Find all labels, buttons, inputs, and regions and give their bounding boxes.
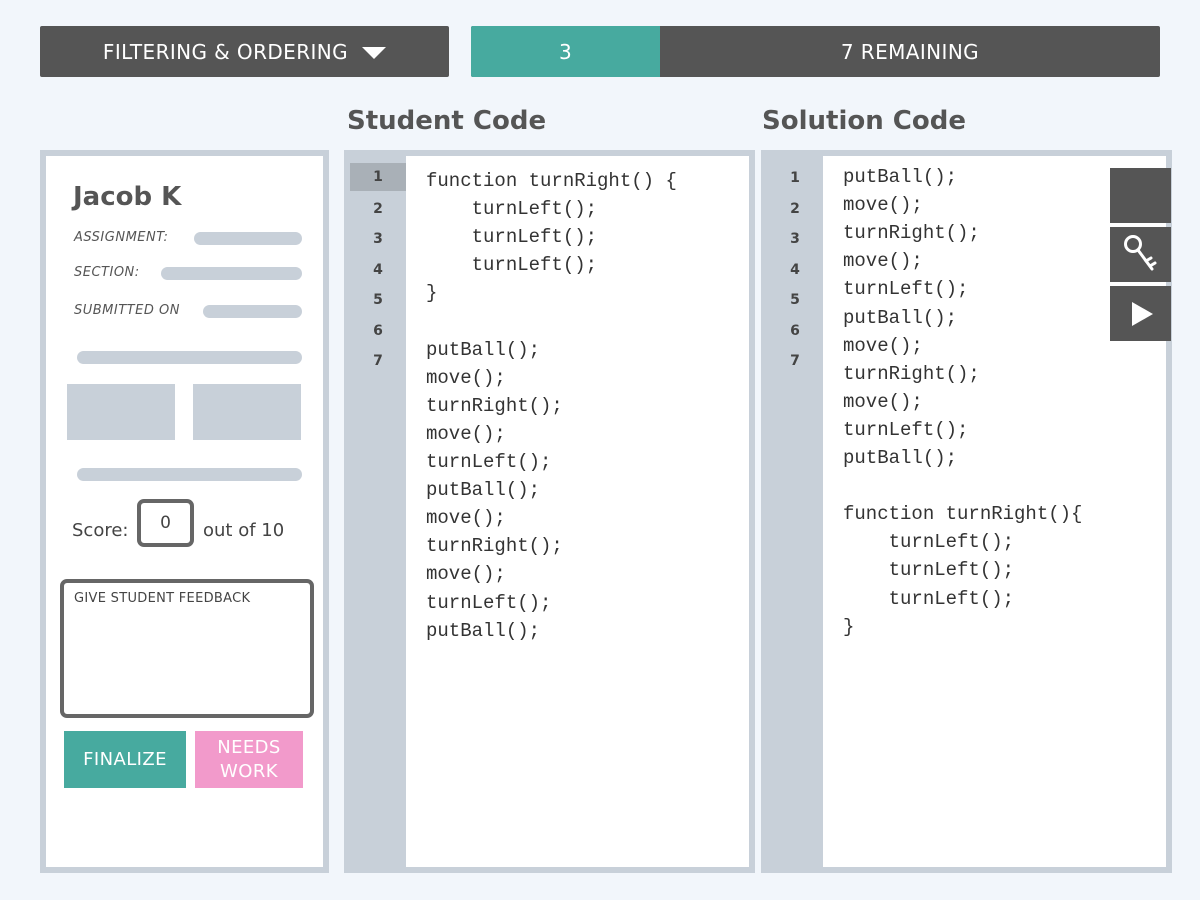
code-line: turnRight(); <box>843 362 980 385</box>
info-placeholder-bar-2 <box>77 468 302 481</box>
code-line: putBall(); <box>843 306 958 329</box>
score-out-of-label: out of 10 <box>203 520 285 541</box>
line-number: 1 <box>790 170 800 186</box>
line-number: 4 <box>373 261 383 278</box>
line-number: 6 <box>790 322 800 339</box>
code-line: } <box>426 282 438 305</box>
student-code-pane[interactable]: 1 2 3 4 5 6 7 function turnRight() { turnLeft(… <box>344 150 755 873</box>
finalize-button[interactable]: FINALIZE <box>64 731 186 788</box>
progress-done-count: 3 <box>558 39 573 64</box>
code-line: move(); <box>426 507 506 530</box>
code-line: function turnRight() { <box>426 170 677 192</box>
solution-code-heading: Solution Code <box>762 106 966 136</box>
code-line: move(); <box>426 422 506 445</box>
chevron-down-icon <box>362 46 387 59</box>
code-line: turnLeft(); <box>426 451 552 473</box>
code-line: turnLeft(); <box>843 278 969 301</box>
feedback-placeholder: GIVE STUDENT FEEDBACK <box>74 591 251 606</box>
blank-tool-button[interactable] <box>1110 168 1171 223</box>
needs-work-button[interactable]: NEEDS WORK <box>195 731 303 788</box>
line-number: 5 <box>373 292 383 308</box>
code-line: putBall(); <box>426 338 541 361</box>
code-line: turnLeft(); <box>843 559 1015 582</box>
code-line: turnLeft(); <box>426 226 598 249</box>
student-code-gutter: 1 2 3 4 5 6 7 <box>350 156 406 867</box>
run-code-button[interactable] <box>1110 286 1171 341</box>
line-number: 2 <box>373 200 383 217</box>
info-placeholder-block-right <box>193 384 301 440</box>
line-number: 5 <box>790 292 800 308</box>
grading-progress-bar: 3 7 REMAINING <box>471 26 1160 77</box>
code-line: turnLeft(); <box>426 198 598 221</box>
filtering-ordering-dropdown[interactable]: FILTERING & ORDERING <box>40 26 449 77</box>
code-line: function turnRight(){ <box>843 503 1083 526</box>
code-line: move(); <box>426 366 506 389</box>
assignment-value-placeholder <box>194 232 302 245</box>
line-number: 6 <box>373 322 383 339</box>
assignment-label: ASSIGNMENT: <box>74 230 169 245</box>
code-line: move(); <box>426 563 506 586</box>
code-line: turnRight(); <box>843 222 980 245</box>
feedback-textarea[interactable]: GIVE STUDENT FEEDBACK <box>60 579 314 718</box>
student-info-card: Jacob K ASSIGNMENT: SECTION: SUBMITTED O… <box>40 150 329 873</box>
code-line: turnLeft(); <box>426 591 552 614</box>
submitted-on-label: SUBMITTED ON <box>74 303 180 318</box>
code-line: } <box>843 615 855 638</box>
code-line: turnRight(); <box>426 394 563 417</box>
line-number: 3 <box>790 231 800 247</box>
code-line: move(); <box>843 334 923 357</box>
score-input[interactable]: 0 <box>137 499 194 547</box>
line-number: 7 <box>790 353 800 369</box>
filtering-ordering-label: FILTERING & ORDERING <box>102 39 349 64</box>
code-line: putBall(); <box>843 166 958 188</box>
info-placeholder-bar <box>77 351 302 364</box>
code-line: turnLeft(); <box>843 418 969 441</box>
show-solution-button[interactable] <box>1110 227 1171 282</box>
line-number: 2 <box>790 200 800 217</box>
solution-code-gutter: 1 2 3 4 5 6 7 <box>767 156 823 867</box>
code-line: move(); <box>843 250 923 273</box>
submitted-on-value-placeholder <box>203 305 302 318</box>
progress-remaining-count: 7 REMAINING <box>840 39 980 64</box>
student-code-heading: Student Code <box>347 106 547 136</box>
section-label: SECTION: <box>74 265 140 280</box>
info-placeholder-block-left <box>67 384 175 440</box>
code-line: putBall(); <box>426 619 541 642</box>
code-line: turnLeft(); <box>843 531 1015 554</box>
student-name: Jacob K <box>73 182 182 212</box>
line-number: 1 <box>350 163 406 191</box>
code-line: turnLeft(); <box>843 587 1015 610</box>
section-value-placeholder <box>161 267 302 280</box>
code-line: turnLeft(); <box>426 254 598 277</box>
line-number: 3 <box>373 231 383 247</box>
score-label: Score: <box>72 520 129 541</box>
line-number: 4 <box>790 261 800 278</box>
code-line: move(); <box>843 194 923 217</box>
line-number: 7 <box>373 353 383 369</box>
needs-work-label-line2: WORK <box>220 760 278 782</box>
code-line: putBall(); <box>426 479 541 502</box>
code-line: turnRight(); <box>426 535 563 558</box>
code-line: putBall(); <box>843 447 958 469</box>
play-icon <box>1131 301 1153 326</box>
code-line: move(); <box>843 390 923 413</box>
needs-work-label-line1: NEEDS <box>217 736 281 758</box>
key-icon <box>1123 234 1156 270</box>
